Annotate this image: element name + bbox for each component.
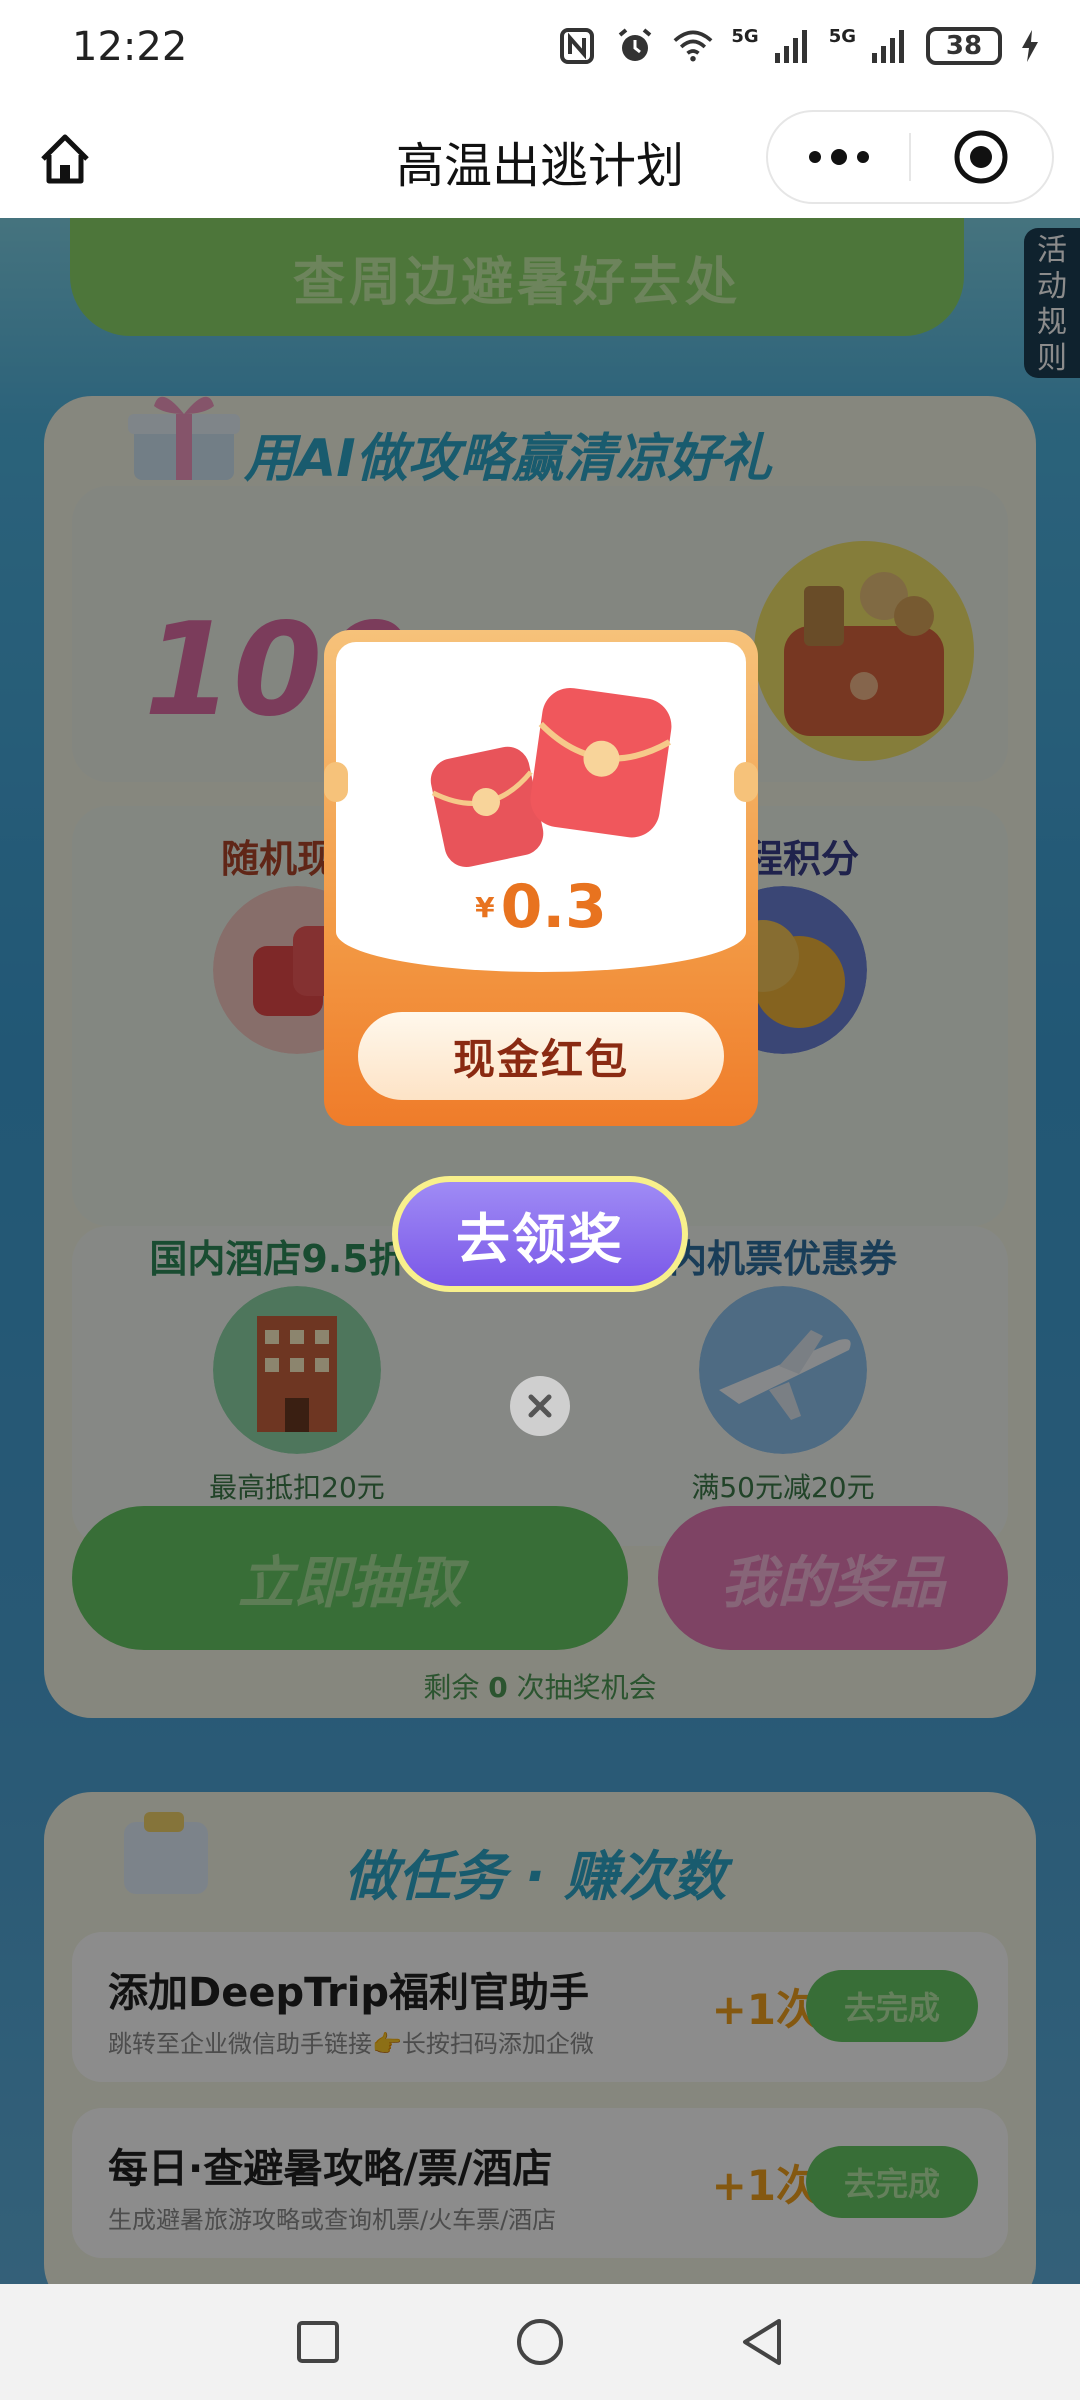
signal-label-1: 5G: [731, 26, 759, 47]
reward-modal: ¥0.3 现金红包: [324, 630, 758, 1126]
alarm-icon: [615, 26, 655, 66]
nfc-icon: [557, 26, 597, 66]
signal-label-2: 5G: [828, 26, 856, 47]
signal-icon-1: [771, 26, 811, 66]
status-time: 12:22: [72, 24, 188, 70]
red-envelope-icon: [430, 687, 672, 867]
close-icon: [528, 1394, 552, 1418]
battery-indicator: 38: [926, 27, 1002, 65]
signal-icon-2: [868, 26, 908, 66]
system-navigation-bar: [0, 2284, 1080, 2400]
close-modal-button[interactable]: [510, 1376, 570, 1436]
more-icon: [808, 151, 821, 163]
reward-modal-body: ¥0.3: [324, 642, 758, 972]
more-button[interactable]: [768, 112, 909, 202]
back-triangle-icon[interactable]: [739, 2317, 785, 2367]
cash-red-packet-label: 现金红包: [358, 1012, 724, 1100]
capsule-menu: [766, 110, 1054, 204]
status-icons: 5G 5G 38: [557, 26, 1040, 66]
target-icon: [954, 130, 1008, 184]
status-bar: 12:22 5G 5G 38: [0, 0, 1080, 100]
currency-symbol: ¥: [475, 890, 495, 924]
recents-button-icon[interactable]: [295, 2319, 341, 2365]
mini-program-nav-bar: 高温出逃计划: [0, 100, 1080, 218]
reward-amount: ¥0.3: [336, 872, 746, 942]
home-circle-icon[interactable]: [515, 2317, 565, 2367]
wifi-icon: [673, 26, 713, 66]
charging-icon: [1020, 26, 1040, 66]
amount-value: 0.3: [500, 872, 607, 942]
close-mini-program-button[interactable]: [911, 112, 1052, 202]
claim-reward-button[interactable]: 去领奖: [392, 1176, 688, 1292]
